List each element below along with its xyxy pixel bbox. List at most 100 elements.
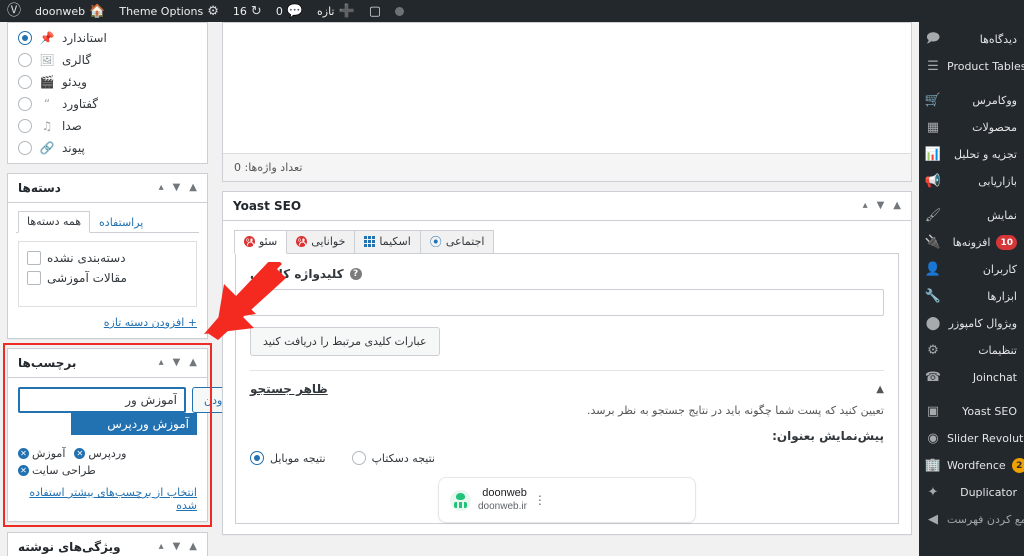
sidebar-item-collapse-menu[interactable]: ◀ جمع کردن فهرست bbox=[919, 506, 1024, 533]
comments-menu[interactable]: 💬 0 bbox=[269, 0, 310, 22]
google-snippet-preview[interactable]: doonweb doonweb.ir ⋮ bbox=[438, 477, 696, 524]
tag-chip: ✕ وردپرس bbox=[74, 447, 126, 460]
format-option-link[interactable]: 🔗 پیوند bbox=[18, 137, 197, 159]
format-option-standard[interactable]: 📌 استاندارد bbox=[18, 27, 197, 49]
sidebar-item-product-tables[interactable]: ☰ Product Tables bbox=[919, 53, 1024, 80]
sidebar-item-woocommerce[interactable]: 🛒 ووکامرس bbox=[919, 87, 1024, 114]
format-label: پیوند bbox=[62, 141, 85, 155]
tab-seo[interactable]: سئو bbox=[234, 230, 288, 254]
move-up-icon[interactable]: ▲ bbox=[189, 542, 197, 552]
radio-quote[interactable] bbox=[18, 97, 32, 111]
toggle-panel-icon[interactable]: ▴ bbox=[159, 358, 164, 368]
site-name-menu[interactable]: 🏠 doonweb bbox=[28, 0, 112, 22]
updates-icon: ↻ bbox=[250, 3, 262, 19]
choose-popular-tags-link[interactable]: انتخاب از برچسب‌های بیشتر استفاده شده bbox=[18, 486, 197, 512]
get-related-keyphrases-button[interactable]: عبارات کلیدی مرتبط را دریافت کنید bbox=[250, 327, 440, 356]
sidebar-item-plugins[interactable]: 🔌 افزونه‌ها 10 bbox=[919, 229, 1024, 256]
sidebar-item-analytics[interactable]: 📊 تجزیه و تحلیل bbox=[919, 141, 1024, 168]
sidebar-item-comments[interactable]: 🗩 دیدگاه‌ها bbox=[919, 26, 1024, 53]
help-question-icon[interactable]: ? bbox=[349, 268, 362, 280]
share-blue-icon: ⦿ bbox=[429, 234, 442, 249]
radio-desktop-result[interactable] bbox=[351, 451, 366, 465]
move-up-icon[interactable]: ▲ bbox=[893, 201, 901, 211]
post-attributes-title: ویژگی‌های نوشته bbox=[18, 540, 121, 554]
sidebar-item-slider-revolution[interactable]: ◉ Slider Revolution bbox=[919, 425, 1024, 452]
sidebar-item-settings[interactable]: ⚙ تنظیمات bbox=[919, 337, 1024, 364]
wordpress-logo-icon[interactable]: Ⓥ bbox=[0, 0, 28, 22]
remove-tag-icon[interactable]: ✕ bbox=[74, 448, 86, 459]
slider-revolution-icon: ◉ bbox=[927, 431, 939, 446]
format-option-audio[interactable]: ♫ صدا bbox=[18, 115, 197, 137]
sidebar-item-tools[interactable]: 🔧 ابزارها bbox=[919, 283, 1024, 310]
radio-mobile-result[interactable] bbox=[250, 451, 264, 465]
tab-readability[interactable]: خوانایی bbox=[286, 230, 356, 254]
editor-status-bar: تعداد واژه‌ها: 0 bbox=[223, 153, 911, 181]
category-row[interactable]: مقالات آموزشی bbox=[27, 268, 188, 288]
tools-wrench-icon: 🔧 bbox=[924, 289, 942, 304]
sidebar-item-wordfence[interactable]: 🏢 Wordfence 2 bbox=[919, 452, 1024, 479]
sidebar-item-joinchat[interactable]: ☎ Joinchat bbox=[919, 364, 1024, 391]
format-label: ویدئو bbox=[62, 75, 87, 89]
category-label: مقالات آموزشی bbox=[47, 271, 127, 285]
toggle-panel-icon[interactable]: ▴ bbox=[159, 542, 164, 552]
category-label: دسته‌بندی نشده bbox=[47, 251, 126, 265]
category-row[interactable]: دسته‌بندی نشده bbox=[27, 248, 188, 268]
format-option-video[interactable]: 🎬 ویدئو bbox=[18, 71, 197, 93]
move-down-icon[interactable]: ▼ bbox=[877, 201, 885, 211]
move-up-icon[interactable]: ▲ bbox=[189, 358, 197, 368]
radio-gallery[interactable] bbox=[18, 53, 32, 67]
format-option-gallery[interactable]: 🖼 گالری bbox=[18, 49, 197, 71]
tab-schema[interactable]: اسکیما bbox=[354, 230, 421, 254]
editor-canvas[interactable] bbox=[223, 23, 911, 154]
new-content-label: تازه bbox=[317, 4, 335, 18]
categories-checklist[interactable]: دسته‌بندی نشده مقالات آموزشی bbox=[18, 241, 197, 307]
radio-audio[interactable] bbox=[18, 119, 32, 133]
status-dot-icon[interactable] bbox=[388, 0, 411, 22]
radio-link[interactable] bbox=[18, 141, 32, 155]
tab-most-used-categories[interactable]: پراستفاده bbox=[90, 212, 152, 233]
format-option-quote[interactable]: “ گفتاورد bbox=[18, 93, 197, 115]
plugins-update-badge: 10 bbox=[996, 235, 1017, 250]
sidebar-item-visual-composer[interactable]: ⬤ ویژوال کامپوزر bbox=[919, 310, 1024, 337]
analytics-icon: 📊 bbox=[924, 147, 942, 162]
chevron-up-icon[interactable]: ▲ bbox=[876, 384, 884, 395]
yoast-adminbar-icon[interactable]: ▢ bbox=[362, 0, 388, 22]
toggle-panel-icon[interactable]: ▴ bbox=[159, 183, 164, 193]
grid-blue-icon bbox=[364, 236, 376, 247]
tab-all-categories[interactable]: همه دسته‌ها bbox=[18, 211, 91, 233]
radio-standard[interactable] bbox=[18, 31, 32, 45]
sidebar-item-yoast-seo[interactable]: ▣ Yoast SEO bbox=[919, 398, 1024, 425]
add-new-category-link[interactable]: + افزودن دسته تازه bbox=[104, 316, 197, 329]
categories-box-body: همه دسته‌ها پراستفاده دسته‌بندی نشده مقا… bbox=[8, 203, 207, 338]
sidebar-item-marketing[interactable]: 📢 بازاریابی bbox=[919, 168, 1024, 195]
sidebar-item-duplicator[interactable]: ✦ Duplicator bbox=[919, 479, 1024, 506]
move-down-icon[interactable]: ▼ bbox=[173, 358, 181, 368]
toggle-panel-icon[interactable]: ▴ bbox=[863, 201, 868, 211]
categories-box-title: دسته‌ها bbox=[18, 181, 61, 195]
sidebar-item-users[interactable]: 👤 کاربران bbox=[919, 256, 1024, 283]
move-down-icon[interactable]: ▼ bbox=[173, 542, 181, 552]
radio-video[interactable] bbox=[18, 75, 32, 89]
remove-tag-icon[interactable]: ✕ bbox=[18, 448, 29, 459]
theme-options-menu[interactable]: ⚙ Theme Options bbox=[112, 0, 226, 22]
category-checkbox[interactable] bbox=[27, 271, 41, 285]
updates-menu[interactable]: ↻ 16 bbox=[226, 0, 269, 22]
focus-keyphrase-input[interactable] bbox=[250, 289, 884, 316]
new-content-menu[interactable]: ➕ تازه bbox=[310, 0, 362, 22]
sidebar-item-label: Wordfence bbox=[947, 459, 1006, 472]
sidebar-item-label: بازاریابی bbox=[978, 175, 1017, 188]
move-up-icon[interactable]: ▲ bbox=[189, 183, 197, 193]
sidebar-item-products[interactable]: ▦ محصولات bbox=[919, 114, 1024, 141]
post-settings-column: 📌 استاندارد 🖼 گالری 🎬 ویدئو “ گفتاورد ♫ … bbox=[0, 22, 249, 556]
category-checkbox[interactable] bbox=[27, 251, 41, 265]
sidebar-item-appearance[interactable]: 🖌 نمایش bbox=[919, 202, 1024, 229]
search-appearance-header[interactable]: ظاهر جستجو ▲ bbox=[250, 370, 884, 396]
tab-label: اسکیما bbox=[379, 235, 411, 248]
tag-input[interactable] bbox=[18, 387, 186, 413]
kebab-menu-icon[interactable]: ⋮ bbox=[534, 493, 546, 505]
tag-autocomplete-suggestion[interactable]: آموزش وردپرس bbox=[71, 413, 197, 435]
yoast-seo-title: Yoast SEO bbox=[233, 199, 302, 213]
tab-social[interactable]: ⦿ اجتماعی bbox=[419, 230, 495, 254]
move-down-icon[interactable]: ▼ bbox=[173, 183, 181, 193]
remove-tag-icon[interactable]: ✕ bbox=[18, 465, 29, 476]
